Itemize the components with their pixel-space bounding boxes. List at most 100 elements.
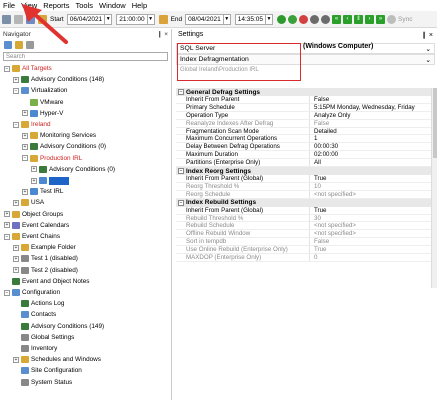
chevron-down-icon[interactable]: ▼ <box>147 13 155 25</box>
collapse-icon[interactable]: − <box>4 233 10 240</box>
property-row[interactable]: Operation Type Analyze Only <box>176 111 431 120</box>
print-icon[interactable] <box>14 14 23 24</box>
property-row[interactable]: Inherit From Parent (Global) True <box>176 174 431 183</box>
property-row[interactable]: Delay Between Defrag Operations 00:00:30 <box>176 143 431 152</box>
sync-icon[interactable] <box>387 14 397 24</box>
menu-help[interactable]: Help <box>132 1 147 10</box>
expand-icon[interactable]: + <box>31 177 37 184</box>
property-value[interactable]: 10 <box>309 182 431 190</box>
collapse-icon[interactable]: − <box>13 121 19 128</box>
tree-item[interactable]: Event and Object Notes <box>4 277 90 286</box>
property-value[interactable]: <not specified> <box>309 230 431 238</box>
play-icon[interactable] <box>277 14 287 24</box>
property-category[interactable]: − Index Reorg Settings <box>176 167 431 176</box>
expand-icon[interactable]: + <box>22 110 28 117</box>
tree-item[interactable]: Advisory Conditions (149) <box>13 322 104 331</box>
expand-icon[interactable]: + <box>13 255 19 262</box>
collapse-icon[interactable]: − <box>178 199 184 206</box>
previous-icon[interactable]: ‹ <box>343 14 353 24</box>
tree-item[interactable]: + Advisory Conditions (148) <box>13 75 104 84</box>
expand-icon[interactable]: + <box>13 76 19 83</box>
property-row[interactable]: Use Online Rebuild (Enterprise Only) True <box>176 246 431 255</box>
property-value[interactable]: All <box>309 159 431 167</box>
property-row[interactable]: Reorg Schedule <not specified> <box>176 190 431 199</box>
scrollbar[interactable] <box>431 88 437 288</box>
property-value[interactable]: False <box>309 95 431 103</box>
refresh-icon[interactable] <box>288 14 298 24</box>
expand-icon[interactable]: + <box>4 222 10 229</box>
property-row[interactable]: Maximum Duration 02:00:00 <box>176 151 431 160</box>
property-value[interactable]: Analyze Only <box>309 111 431 119</box>
property-row[interactable]: Maximum Concurrent Operations 1 <box>176 135 431 144</box>
tree-item[interactable]: − All Targets <box>4 64 52 73</box>
tree-item[interactable]: + Monitoring Services <box>22 131 96 140</box>
tree-item[interactable]: + Hyper-V <box>22 109 63 118</box>
collapse-icon[interactable]: − <box>178 89 184 95</box>
property-value[interactable]: True <box>309 206 431 214</box>
pin-icon[interactable]: ❙ × <box>421 31 433 39</box>
chevron-down-icon[interactable]: ▼ <box>223 13 231 25</box>
collapse-icon[interactable]: − <box>22 155 28 162</box>
tree-item[interactable]: − Event Chains <box>4 232 60 241</box>
user-icon[interactable] <box>2 14 11 24</box>
stop-icon[interactable] <box>299 14 309 24</box>
tree-item[interactable]: + Advisory Conditions (0) <box>31 165 115 174</box>
expand-icon[interactable]: + <box>22 188 28 195</box>
options-icon[interactable] <box>26 41 34 49</box>
property-value[interactable]: 30 <box>309 214 431 222</box>
collapse-icon[interactable]: − <box>13 87 19 94</box>
tree-item[interactable]: + Test IRL <box>22 187 63 196</box>
collapse-icon[interactable]: − <box>4 289 10 296</box>
search-input[interactable]: Search <box>3 52 168 61</box>
property-value[interactable]: Detailed <box>309 127 431 135</box>
tree-item[interactable]: Site Configuration <box>13 366 82 375</box>
zoom-icon[interactable] <box>310 14 320 24</box>
chevron-down-icon[interactable]: ▼ <box>266 13 274 25</box>
tree-item[interactable]: + Object Groups <box>4 210 63 219</box>
property-row[interactable]: Inherit From Parent False <box>176 95 431 104</box>
property-row[interactable]: Rebuild Schedule <not specified> <box>176 222 431 231</box>
add-folder-icon[interactable] <box>15 41 23 49</box>
tree-item[interactable]: + Schedules and Windows <box>13 355 101 364</box>
menu-view[interactable]: View <box>21 1 37 10</box>
tree-item[interactable]: − Virtualization <box>13 86 67 95</box>
add-target-icon[interactable] <box>4 41 12 49</box>
tree-item[interactable]: Inventory <box>13 344 57 353</box>
pin-icon[interactable]: ❙ × <box>157 30 168 38</box>
expand-icon[interactable]: + <box>13 267 19 274</box>
expand-icon[interactable]: + <box>13 199 19 206</box>
property-value[interactable]: 5:15PM Monday, Wednesday, Friday <box>309 103 431 111</box>
calendar-icon[interactable] <box>158 14 168 24</box>
property-row[interactable]: Fragmentation Scan Mode Detailed <box>176 127 431 136</box>
tree-item[interactable]: + Advisory Conditions (0) <box>22 142 106 151</box>
chevron-down-icon[interactable]: ▼ <box>105 13 113 25</box>
property-row[interactable]: Inherit From Parent (Global) True <box>176 206 431 215</box>
tree-item[interactable]: VMware <box>22 98 63 107</box>
calendar-icon[interactable] <box>38 14 47 24</box>
property-value[interactable]: 1 <box>309 135 431 143</box>
property-value[interactable]: <not specified> <box>309 190 431 198</box>
collapse-icon[interactable]: − <box>4 65 10 72</box>
menu-reports[interactable]: Reports <box>43 1 69 10</box>
tree-item[interactable]: − Production IRL <box>22 154 82 163</box>
next-icon[interactable]: › <box>365 14 375 24</box>
first-icon[interactable]: « <box>332 14 342 24</box>
property-row[interactable]: Reorg Threshold % 10 <box>176 182 431 191</box>
property-category[interactable]: − Index Rebuild Settings <box>176 198 431 207</box>
save-icon[interactable] <box>26 14 35 24</box>
end-time-field[interactable]: 14:35:05 <box>234 13 267 25</box>
tree-item[interactable]: + Test 2 (disabled) <box>13 266 78 275</box>
end-date-field[interactable]: 08/04/2021 <box>185 13 224 25</box>
expand-icon[interactable]: + <box>31 166 37 173</box>
pause-icon[interactable]: ‖ <box>354 14 364 24</box>
property-value[interactable]: True <box>309 174 431 182</box>
tree-item[interactable]: + <box>31 176 69 185</box>
property-value[interactable]: 0 <box>309 253 431 261</box>
property-row[interactable]: Rebuild Threshold % 30 <box>176 214 431 223</box>
tree-item[interactable]: Actions Log <box>13 299 64 308</box>
tree-item[interactable]: Global Settings <box>13 333 74 342</box>
property-value[interactable]: 00:00:30 <box>309 143 431 151</box>
property-value[interactable]: 02:00:00 <box>309 151 431 159</box>
menu-file[interactable]: File <box>3 1 15 10</box>
tree-item[interactable]: Contacts <box>13 310 56 319</box>
